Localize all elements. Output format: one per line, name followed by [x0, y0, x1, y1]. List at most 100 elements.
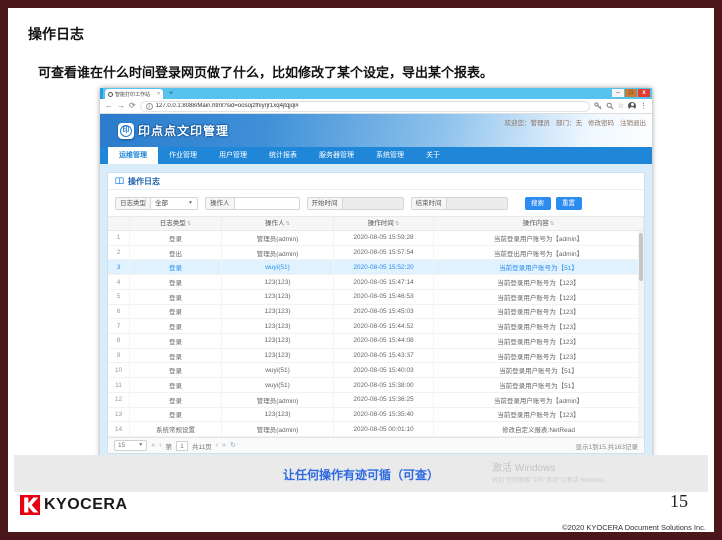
panel-title: 操作日志 — [128, 176, 160, 187]
cell-content: 当前登出用户账号为【admin】 — [434, 246, 644, 260]
table-row[interactable]: 9登录123(123)2020-08-05 15:43:37当前登录用户账号为【… — [108, 349, 644, 364]
nav-tab-4[interactable]: 服务器管理 — [308, 147, 365, 164]
table-row[interactable]: 14系统常规设置管理员(admin)2020-08-05 00:01:10修改自… — [108, 422, 644, 437]
cell-operator: wuyi(51) — [222, 378, 334, 392]
slide-content: 操作日志 可查看谁在什么时间登录网页做了什么，比如修改了某个设定，导出某个报表。… — [8, 8, 714, 532]
table-row[interactable]: 6登录123(123)2020-08-05 15:45:03当前登录用户账号为【… — [108, 305, 644, 320]
cell-idx: 11 — [108, 378, 130, 392]
cell-idx: 2 — [108, 246, 130, 260]
page-number-input[interactable]: 1 — [176, 441, 188, 451]
cell-type: 登录 — [130, 334, 222, 348]
change-password-link[interactable]: 修改密码 — [588, 117, 614, 127]
chevron-down-icon: ▼ — [188, 198, 193, 209]
search-button[interactable]: 搜索 — [525, 197, 551, 210]
cell-operator: 123(123) — [222, 319, 334, 333]
logout-link[interactable]: 注销退出 — [620, 117, 646, 127]
cell-idx: 1 — [108, 231, 130, 245]
header-operator[interactable]: 操作人⇅ — [222, 217, 334, 230]
sort-icon: ⇅ — [550, 221, 555, 227]
welcome-user: 欢迎您：管理员 — [505, 117, 551, 127]
key-icon[interactable] — [594, 102, 602, 110]
table-row[interactable]: 11登录wuyi(51)2020-08-05 15:38:00当前登录用户账号为… — [108, 378, 644, 393]
page-number: 15 — [670, 491, 688, 512]
reset-button[interactable]: 重置 — [556, 197, 582, 210]
log-type-label: 日志类型 — [116, 198, 151, 209]
app-content: 操作日志 日志类型 全部▼ 操作人 — [100, 164, 652, 460]
browser-menu-icon[interactable]: ⋮ — [640, 102, 647, 110]
site-info-icon[interactable]: i — [146, 103, 153, 110]
new-tab-button[interactable]: + — [169, 89, 173, 99]
cell-idx: 4 — [108, 275, 130, 289]
cell-type: 登录 — [130, 378, 222, 392]
start-time-input[interactable] — [343, 198, 403, 209]
cell-time: 2020-08-05 15:36:25 — [334, 393, 434, 407]
chevron-down-icon: ▼ — [138, 441, 143, 450]
cell-type: 登录 — [130, 231, 222, 245]
nav-tab-1[interactable]: 作业管理 — [158, 147, 208, 164]
browser-tab[interactable]: 智能打印工作站 × — [105, 89, 163, 99]
app-title: 印点点文印管理 — [138, 122, 229, 139]
table-row[interactable]: 7登录123(123)2020-08-05 15:44:52当前登录用户账号为【… — [108, 319, 644, 334]
table-row[interactable]: 12登录管理员(admin)2020-08-05 15:36:25当前登录用户账… — [108, 393, 644, 408]
cell-operator: wuyi(51) — [222, 260, 334, 274]
cell-idx: 5 — [108, 290, 130, 304]
pagination-summary: 显示1到15,共163记录 — [576, 441, 639, 451]
cell-idx: 13 — [108, 408, 130, 422]
table-row[interactable]: 13登录123(123)2020-08-05 15:35:40当前登录用户账号为… — [108, 408, 644, 423]
header-log-type[interactable]: 日志类型⇅ — [130, 217, 222, 230]
app-nav: 运维管理作业管理用户管理统计报表服务器管理系统管理关于 — [100, 147, 652, 164]
url-omnibox[interactable]: i 127.0.0.1:8088/Main.html?sid=oosojzfhi… — [140, 101, 590, 112]
cell-content: 当前登录用户账号为【123】 — [434, 334, 644, 348]
nav-tab-5[interactable]: 系统管理 — [365, 147, 415, 164]
log-book-icon — [115, 177, 124, 185]
nav-tab-2[interactable]: 用户管理 — [208, 147, 258, 164]
refresh-table-icon[interactable]: ↻ — [230, 442, 236, 449]
header-content[interactable]: 操作内容⇅ — [434, 217, 644, 230]
tab-close-icon[interactable]: × — [157, 92, 160, 97]
browser-addressbar: ← → ⟳ i 127.0.0.1:8088/Main.html?sid=oos… — [100, 99, 652, 114]
nav-tab-6[interactable]: 关于 — [415, 147, 451, 164]
first-page-icon[interactable]: « — [151, 442, 155, 449]
scrollbar-thumb[interactable] — [639, 233, 643, 281]
table-row[interactable]: 5登录123(123)2020-08-05 15:46:53当前登录用户账号为【… — [108, 290, 644, 305]
cell-time: 2020-08-05 15:38:00 — [334, 378, 434, 392]
maximize-button[interactable]: □ — [625, 89, 637, 97]
bookmark-star-icon[interactable]: ☆ — [618, 102, 624, 110]
cell-type: 登录 — [130, 393, 222, 407]
cell-idx: 9 — [108, 349, 130, 363]
table-row[interactable]: 1登录管理员(admin)2020-08-05 15:59:28当前登录用户账号… — [108, 231, 644, 246]
slide-title: 操作日志 — [28, 24, 84, 44]
table-row[interactable]: 3登录wuyi(51)2020-08-05 15:52:20当前登录用户账号为【… — [108, 260, 644, 275]
page-prefix: 第 — [165, 441, 172, 451]
next-page-icon[interactable]: › — [216, 442, 218, 449]
cell-content: 当前登录用户账号为【123】 — [434, 305, 644, 319]
end-time-input[interactable] — [447, 198, 507, 209]
minimize-button[interactable]: – — [612, 89, 624, 97]
cell-type: 登录 — [130, 408, 222, 422]
header-time[interactable]: 操作时间⇅ — [334, 217, 434, 230]
operator-input[interactable] — [235, 198, 299, 209]
url-text: 127.0.0.1:8088/Main.html?sid=oosojzfhiyr… — [156, 103, 299, 109]
table-row[interactable]: 10登录wuyi(51)2020-08-05 15:40:03当前登录用户账号为… — [108, 363, 644, 378]
profile-avatar-icon[interactable] — [628, 102, 636, 110]
cell-operator: 管理员(admin) — [222, 246, 334, 260]
browser-window: 智能打印工作站 × + – □ x ← → ⟳ i 127.0.0.1:8088… — [100, 88, 652, 460]
close-button[interactable]: x — [638, 89, 650, 97]
prev-page-icon[interactable]: ‹ — [159, 442, 161, 449]
log-type-select[interactable]: 全部▼ — [151, 198, 197, 209]
table-row[interactable]: 8登录123(123)2020-08-05 15:44:08当前登录用户账号为【… — [108, 334, 644, 349]
nav-tab-0[interactable]: 运维管理 — [108, 147, 158, 164]
last-page-icon[interactable]: » — [222, 442, 226, 449]
table-row[interactable]: 4登录123(123)2020-08-05 15:47:14当前登录用户账号为【… — [108, 275, 644, 290]
page-total: 共11页 — [192, 441, 212, 451]
log-table: 日志类型⇅ 操作人⇅ 操作时间⇅ 操作内容⇅ 1登录管理员(admin)2020… — [108, 216, 644, 437]
page-size-select[interactable]: 15▼ — [114, 440, 147, 451]
zoom-icon[interactable] — [606, 102, 614, 110]
forward-icon[interactable]: → — [117, 102, 125, 110]
refresh-icon[interactable]: ⟳ — [129, 102, 136, 110]
table-row[interactable]: 2登出管理员(admin)2020-08-05 15:57:54当前登出用户账号… — [108, 246, 644, 261]
nav-tab-3[interactable]: 统计报表 — [258, 147, 308, 164]
back-icon[interactable]: ← — [105, 102, 113, 110]
cell-idx: 6 — [108, 305, 130, 319]
cell-idx: 10 — [108, 363, 130, 377]
